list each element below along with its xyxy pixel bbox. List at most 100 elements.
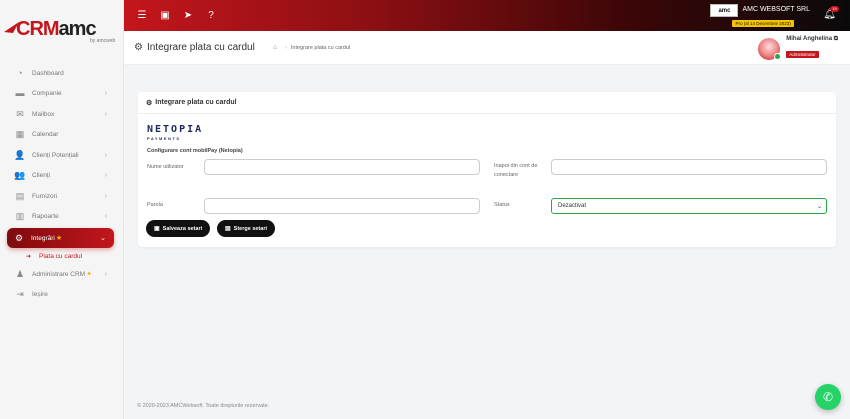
whatsapp-icon: ✆ [822,390,834,404]
footer-copyright: © 2020-2023 AMCWebsoft. Toate drepturile… [137,403,270,409]
save-icon: ▣ [154,226,160,232]
gauge-icon: ◔ [17,67,23,78]
sidebar-subitem-label: Plata cu cardul [39,252,83,260]
card-header: ⚙ Integrare plata cu cardul [138,92,836,114]
logo-text-amc: amc [58,18,97,40]
sidebar-item-label: Integrări [31,234,55,242]
sidebar-item-clienti[interactable]: 👥 Clienți › [0,166,123,187]
sidebar-item-label: Furnizori [32,192,58,200]
star-icon: ★ [55,235,63,242]
username-input[interactable] [204,159,480,175]
sidebar-item-label: Clienți Potențiali [32,151,79,159]
sidebar-item-iesire[interactable]: ⇥ Ieșire [0,285,123,306]
breadcrumb-separator: › [285,44,287,51]
company-logo: amc [710,4,739,17]
sidebar-item-label: Mailbox [32,110,55,118]
gem-icon: ✦ [86,271,92,279]
integration-card: ⚙ Integrare plata cu cardul NETOPIA PAYM… [138,92,836,247]
company-switcher[interactable]: amc AMC WEBSOFT SRL Pro (al 14 Decembrie… [710,4,810,27]
sidebar-item-label: Companie [32,90,62,98]
top-navbar: ☰ ▣ ➤ ? amc AMC WEBSOFT SRL Pro (al 14 D… [124,0,850,31]
arrow-right-icon: ➜ [26,253,32,260]
password-label: Parola [147,202,163,208]
save-settings-label: Salveaza setari [162,225,203,232]
page-header: ⚙ Integrare plata cu cardul ⌂ › Integrar… [124,31,850,65]
user-menu[interactable]: Mihai Anghelina ⧉ Administrator [758,36,838,61]
paper-plane-icon[interactable]: ➤ [182,10,194,22]
sidebar-item-calendar[interactable]: ▦ Calendar [0,125,123,146]
merchant-input[interactable] [551,159,827,175]
chevron-right-icon: › [104,110,107,118]
username-label: Nume utilizator [147,164,184,170]
gears-icon: ⚙ [134,42,143,53]
sidebar-item-label: Administrare CRM [32,270,86,278]
building-icon: ▤ [15,190,25,201]
trash-icon: ▤ [225,226,231,232]
card-title: Integrare plata cu cardul [155,99,237,106]
calendar-icon: ▦ [15,129,25,140]
user-plus-icon: 👤 [14,149,26,160]
sidebar: CRMamc by amcweb ◔ Dashboard ▬ Companie … [0,0,124,419]
external-link-icon: ⧉ [833,36,838,42]
chevron-right-icon: › [104,213,107,221]
sidebar-item-administrare-crm[interactable]: ♟ Administrare CRM ✦ › [0,264,123,285]
sidebar-item-integrari[interactable]: ⚙ Integrări ★ ⌄ [7,228,114,248]
whatsapp-chat-button[interactable]: ✆ [815,384,841,410]
delete-settings-label: Sterge setari [233,225,267,232]
status-label: Status [494,202,510,208]
plan-badge: Pro (al 14 Decembrie 2023) [732,20,794,27]
user-role-badge: Administrator [786,51,819,58]
netopia-logo-sub: PAYMENTS [147,136,181,141]
sidebar-item-label: Ieșire [32,291,48,299]
chevron-right-icon: › [104,270,107,278]
breadcrumb: ⌂ › Integrare plata cu cardul [273,44,350,51]
save-settings-button[interactable]: ▣ Salveaza setari [146,220,211,237]
bar-chart-icon: ▥ [15,211,25,222]
sidebar-item-mailbox[interactable]: ✉ Mailbox › [0,104,123,125]
chevron-right-icon: › [104,90,107,98]
netopia-logo-main: NETOPIA [147,124,204,135]
home-icon[interactable]: ⌂ [273,44,277,51]
avatar [758,37,782,60]
chevron-right-icon: › [104,151,107,159]
delete-settings-button[interactable]: ▤ Sterge setari [217,220,275,237]
notifications-bell-icon[interactable]: 🔔︎ 19 [823,6,839,20]
status-select[interactable]: Dezactivat ⌄ [551,198,827,214]
user-name: Mihai Anghelina ⧉ [786,36,838,42]
notifications-count-badge: 19 [830,6,839,12]
page-title: ⚙ Integrare plata cu cardul [134,42,255,53]
page-title-text: Integrare plata cu cardul [146,42,255,53]
crm-logo[interactable]: CRMamc by amcweb [0,0,123,58]
sidebar-item-label: Dashboard [32,69,64,77]
briefcase-icon: ▬ [15,88,25,99]
chevron-down-icon: ⌄ [816,203,822,210]
sidebar-item-furnizori[interactable]: ▤ Furnizori › [0,186,123,207]
envelope-icon: ✉ [16,108,24,119]
sidebar-item-clienti-potentiali[interactable]: 👤 Clienți Potențiali › [0,145,123,166]
config-section-title: Configurare cont mobilPay (Netopia) [147,148,243,154]
merchant-label: Inapoi din cont de conectare [494,163,538,178]
breadcrumb-current: Integrare plata cu cardul [290,44,351,51]
logo-swoosh-icon [4,22,19,33]
chevron-right-icon: › [104,192,107,200]
sidebar-item-dashboard[interactable]: ◔ Dashboard [0,63,123,84]
sidebar-item-label: Rapoarte [32,213,59,221]
status-selected-value: Dezactivat [558,203,587,209]
gears-icon: ⚙ [146,99,153,107]
user-shield-icon: ♟ [15,268,25,279]
chevron-down-icon: ⌄ [100,235,106,242]
netopia-logo: NETOPIA PAYMENTS [147,124,204,142]
sidebar-nav: ◔ Dashboard ▬ Companie › ✉ Mailbox › ▦ C… [0,63,123,305]
logo-text-crm: CRM [16,18,60,40]
company-name: AMC WEBSOFT SRL [742,6,810,13]
password-input[interactable] [204,198,480,214]
menu-toggle-icon[interactable]: ☰ [136,10,148,22]
sidebar-subitem-plata-cu-cardul[interactable]: ➜ Plata cu cardul [0,248,123,264]
sidebar-item-companie[interactable]: ▬ Companie › [0,84,123,105]
help-icon[interactable]: ? [205,10,217,22]
calendar-icon[interactable]: ▣ [159,10,171,22]
sidebar-item-label: Clienți [32,172,51,180]
gears-icon: ⚙ [14,232,24,243]
sidebar-item-rapoarte[interactable]: ▥ Rapoarte › [0,207,123,228]
sidebar-item-label: Calendar [32,131,59,139]
